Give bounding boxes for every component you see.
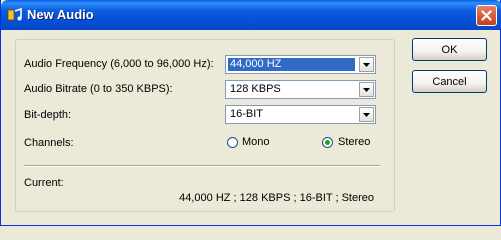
frequency-value: 44,000 HZ — [228, 58, 355, 71]
current-settings-value: 44,000 HZ ; 128 KBPS ; 16-BIT ; Stereo — [179, 192, 374, 204]
close-button[interactable] — [476, 5, 497, 26]
bitdepth-dropdown-button[interactable] — [359, 107, 374, 122]
mono-radio-label[interactable]: Mono — [242, 136, 270, 148]
bitrate-combo[interactable]: 128 KBPS — [225, 80, 376, 99]
close-icon — [481, 10, 492, 21]
frequency-dropdown-button[interactable] — [359, 57, 374, 72]
stereo-radio[interactable] — [322, 137, 333, 148]
mono-radio[interactable] — [227, 137, 238, 148]
bitdepth-value: 16-BIT — [230, 108, 264, 120]
bitrate-dropdown-button[interactable] — [359, 82, 374, 97]
stereo-radio-label[interactable]: Stereo — [338, 136, 370, 148]
window-title: New Audio — [27, 7, 94, 22]
bitdepth-combo[interactable]: 16-BIT — [225, 105, 376, 124]
bitrate-value: 128 KBPS — [230, 83, 281, 95]
divider — [24, 165, 380, 167]
title-bar[interactable]: New Audio — [1, 0, 501, 30]
chevron-down-icon — [363, 112, 370, 117]
chevron-down-icon — [363, 87, 370, 92]
chevron-down-icon — [363, 62, 370, 67]
channels-label: Channels: — [24, 137, 74, 149]
app-icon — [7, 7, 23, 23]
bitrate-label: Audio Bitrate (0 to 350 KBPS): — [24, 83, 173, 95]
frequency-combo[interactable]: 44,000 HZ — [225, 55, 376, 74]
current-label: Current: — [24, 177, 64, 189]
bitdepth-label: Bit-depth: — [24, 109, 72, 121]
new-audio-dialog: New Audio Audio Frequency (6,000 to 96,0… — [0, 0, 501, 226]
frequency-label: Audio Frequency (6,000 to 96,000 Hz): — [24, 58, 214, 70]
cancel-button[interactable]: Cancel — [412, 70, 487, 93]
ok-button[interactable]: OK — [412, 38, 487, 61]
